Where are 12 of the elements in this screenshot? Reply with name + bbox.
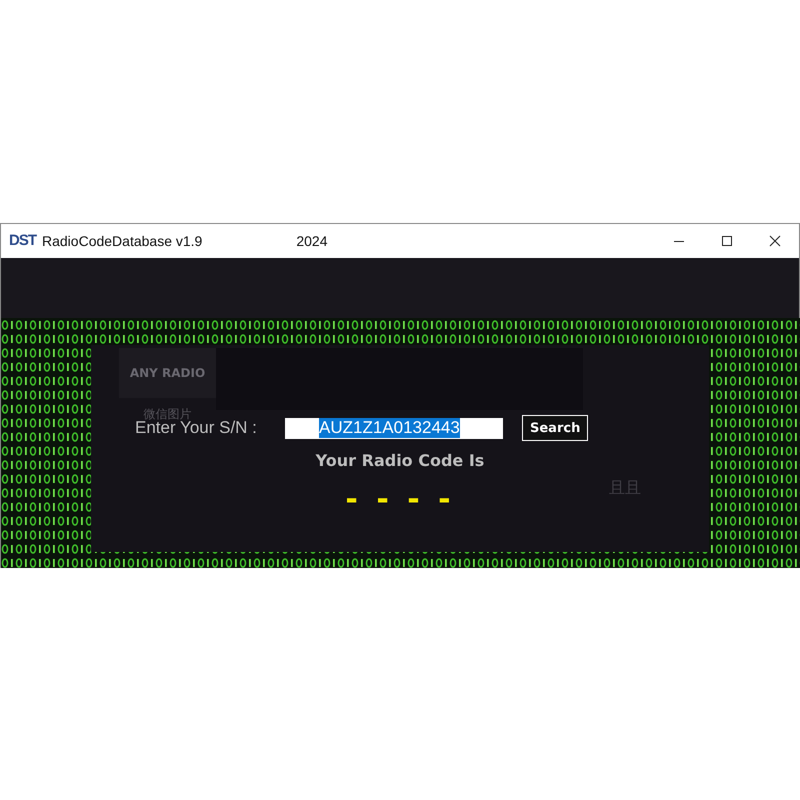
maximize-icon <box>721 235 733 247</box>
search-button[interactable]: Search <box>522 415 588 441</box>
close-icon <box>769 235 781 247</box>
window-title-suffix: 2024 <box>296 233 328 249</box>
ghost-caption: 微信图片 <box>144 406 192 421</box>
window-title: RadioCodeDatabase v1.9 <box>42 233 202 249</box>
serial-label: Enter Your S/N : <box>135 418 258 438</box>
radio-code: - - - - <box>345 482 455 517</box>
result-heading: Your Radio Code Is <box>314 451 486 470</box>
serial-input[interactable]: AUZ1Z1A0132443 <box>285 418 503 438</box>
ghost-badge: ANY RADIO <box>119 348 216 398</box>
app-logo: DST <box>9 232 36 250</box>
